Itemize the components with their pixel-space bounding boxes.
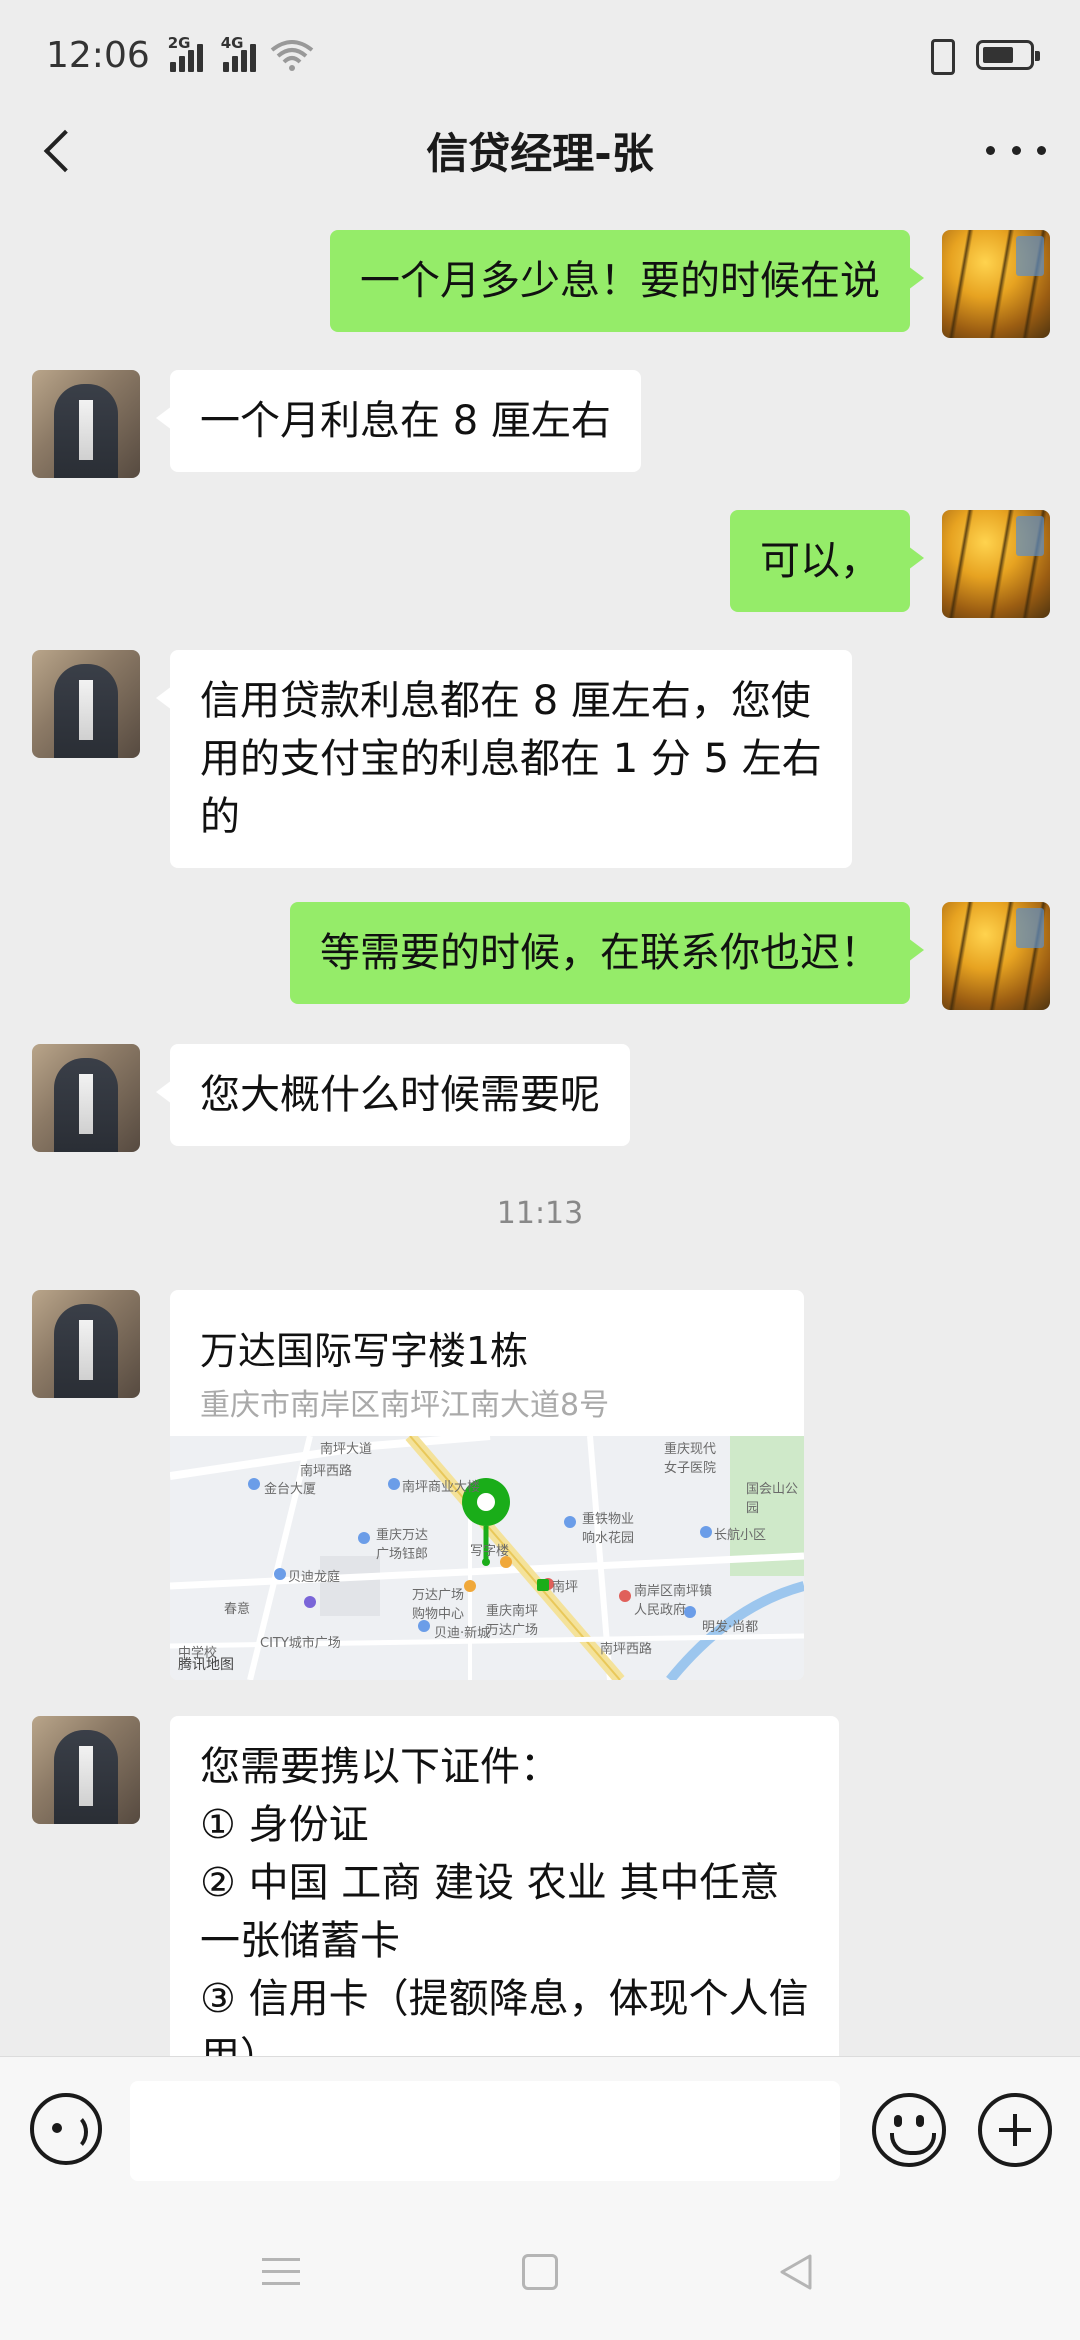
signal-2g-icon: 2G bbox=[168, 34, 203, 72]
message-text: 可以， bbox=[760, 538, 880, 584]
message-text: 您需要携以下证件： bbox=[200, 1744, 560, 1790]
menu-icon[interactable] bbox=[262, 2258, 300, 2288]
my-avatar[interactable] bbox=[942, 510, 1050, 618]
contact-avatar[interactable] bbox=[32, 370, 140, 478]
contact-avatar[interactable] bbox=[32, 1716, 140, 1824]
map-label: 南坪 bbox=[552, 1580, 579, 1595]
back-triangle-icon[interactable] bbox=[776, 2252, 816, 2292]
map-label: 万达广场购物中心 bbox=[412, 1588, 465, 1622]
map-label: 重庆南坪万达广场 bbox=[486, 1604, 539, 1638]
chat-title-bar: 信贷经理-张 bbox=[0, 110, 1080, 190]
map-label: 南坪商业大楼 bbox=[402, 1480, 481, 1495]
contact-avatar[interactable] bbox=[32, 1290, 140, 1398]
status-right bbox=[922, 37, 1040, 75]
location-address: 重庆市南岸区南坪江南大道8号 bbox=[200, 1388, 610, 1423]
message-bubble-outgoing[interactable]: 一个月多少息！要的时候在说 bbox=[330, 230, 924, 332]
home-icon[interactable] bbox=[522, 2254, 558, 2290]
map-label: 南坪西路 bbox=[300, 1464, 353, 1479]
map-label: 重庆万达广场钰郎 bbox=[376, 1528, 429, 1562]
message-bubble-outgoing[interactable]: 可以， bbox=[730, 510, 924, 612]
map-label: CITY城市广场 bbox=[260, 1636, 341, 1651]
map-label: 重铁物业响水花园 bbox=[582, 1512, 635, 1546]
message-text: 您大概什么时候需要呢 bbox=[200, 1072, 600, 1118]
message-text: ① 身份证 bbox=[200, 1802, 369, 1848]
vibrate-icon bbox=[922, 37, 958, 75]
my-avatar[interactable] bbox=[942, 902, 1050, 1010]
status-bar: 12:06 2G 4G bbox=[0, 0, 1080, 110]
contact-avatar[interactable] bbox=[32, 1044, 140, 1152]
voice-icon[interactable] bbox=[30, 2093, 102, 2165]
more-options-button[interactable] bbox=[986, 128, 1046, 172]
my-avatar[interactable] bbox=[942, 230, 1050, 338]
map-label: 重庆现代女子医院 bbox=[664, 1442, 717, 1476]
message-text: ② 中国 工商 建设 农业 其中任意 bbox=[200, 1860, 780, 1906]
status-left: 12:06 2G 4G bbox=[46, 34, 314, 76]
message-timestamp: 11:13 bbox=[496, 1196, 584, 1231]
location-card[interactable]: 万达国际写字楼1栋 重庆市南岸区南坪江南大道8号 南坪大道 南坪西路 重庆现代女… bbox=[170, 1290, 804, 1680]
message-text: 一张储蓄卡 bbox=[200, 1918, 400, 1964]
message-text: 等需要的时候，在联系你也迟！ bbox=[320, 930, 880, 976]
map-label: 南坪西路 bbox=[600, 1642, 653, 1657]
location-name: 万达国际写字楼1栋 bbox=[200, 1329, 529, 1373]
plus-icon[interactable] bbox=[978, 2093, 1052, 2167]
map-label: 长航小区 bbox=[714, 1528, 767, 1543]
back-button[interactable] bbox=[36, 124, 86, 176]
contact-avatar[interactable] bbox=[32, 650, 140, 758]
message-text: 用的支付宝的利息都在 1 分 5 左右 bbox=[200, 736, 822, 782]
map-credit: 腾讯地图 bbox=[178, 1657, 234, 1673]
map-label: 南坪大道 bbox=[320, 1442, 373, 1457]
map-label: 春意 bbox=[224, 1602, 251, 1617]
message-bubble-incoming[interactable]: 您需要携以下证件： ① 身份证 ② 中国 工商 建设 农业 其中任意 一张储蓄卡… bbox=[170, 1716, 839, 2056]
map-label: 南岸区南坪镇人民政府 bbox=[634, 1584, 713, 1618]
message-text: 信用贷款利息都在 8 厘左右，您使 bbox=[200, 678, 811, 724]
map-label: 写字楼 bbox=[470, 1544, 510, 1559]
message-text: 的 bbox=[200, 794, 240, 840]
message-bubble-incoming[interactable]: 一个月利息在 8 厘左右 bbox=[156, 370, 641, 472]
map-label: 明发·尚都 bbox=[702, 1620, 759, 1635]
message-input[interactable] bbox=[130, 2081, 840, 2181]
message-text: 一个月多少息！要的时候在说 bbox=[360, 258, 880, 304]
system-navigation-bar bbox=[0, 2206, 1080, 2340]
emoji-icon[interactable] bbox=[872, 2093, 946, 2167]
message-bubble-incoming[interactable]: 信用贷款利息都在 8 厘左右，您使 用的支付宝的利息都在 1 分 5 左右 的 bbox=[156, 650, 852, 868]
chat-input-bar bbox=[0, 2056, 1080, 2206]
message-text: 一个月利息在 8 厘左右 bbox=[200, 398, 611, 444]
message-text: 用） bbox=[200, 2028, 809, 2056]
message-bubble-incoming[interactable]: 您大概什么时候需要呢 bbox=[156, 1044, 630, 1146]
map-label: 金台大厦 bbox=[264, 1482, 317, 1497]
battery-icon bbox=[976, 40, 1040, 70]
wifi-icon bbox=[270, 40, 313, 71]
message-bubble-outgoing[interactable]: 等需要的时候，在联系你也迟！ bbox=[290, 902, 924, 1004]
map-label: 国会山公园 bbox=[746, 1482, 799, 1516]
more-dots-icon bbox=[986, 145, 995, 155]
signal-4g-icon: 4G bbox=[221, 34, 256, 72]
message-text: ③ 信用卡（提额降息，体现个人信 bbox=[200, 1976, 809, 2022]
clock: 12:06 bbox=[46, 34, 150, 76]
location-map[interactable]: 南坪大道 南坪西路 重庆现代女子医院 金台大厦 南坪商业大楼 国会山公园 重铁物… bbox=[170, 1436, 804, 1680]
map-label: 贝迪·新城 bbox=[434, 1626, 491, 1641]
map-label: 贝迪龙庭 bbox=[288, 1570, 341, 1585]
chat-title: 信贷经理-张 bbox=[426, 128, 654, 178]
